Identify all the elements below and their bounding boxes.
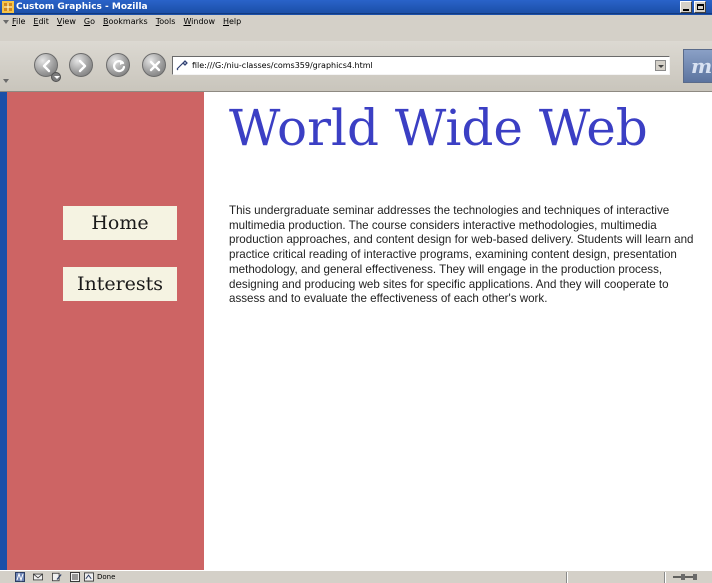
forward-icon — [78, 59, 87, 73]
status-separator — [566, 572, 568, 583]
status-bar: Done — [0, 570, 712, 583]
online-status-icon[interactable] — [672, 572, 698, 582]
browser-window: Custom Graphics - Mozilla File Edit View… — [0, 0, 712, 583]
mozilla-logo-icon[interactable]: m — [683, 49, 712, 83]
menu-view[interactable]: View — [57, 15, 76, 29]
navigator-icon[interactable] — [15, 572, 25, 582]
status-separator — [664, 572, 666, 583]
chatzilla-icon[interactable] — [84, 572, 94, 582]
page-body-text: This undergraduate seminar addresses the… — [229, 204, 694, 306]
menu-edit[interactable]: Edit — [33, 15, 49, 29]
page-proxy-icon[interactable] — [176, 60, 188, 71]
back-icon — [42, 59, 51, 73]
url-bar[interactable]: file:///G:/niu-classes/coms359/graphics4… — [172, 56, 670, 75]
composer-icon[interactable] — [52, 572, 62, 582]
page-sidebar: Home Interests — [7, 92, 204, 570]
menu-go[interactable]: Go — [84, 15, 95, 29]
page-heading: World Wide Web — [229, 99, 648, 157]
menu-bookmarks[interactable]: Bookmarks — [103, 15, 148, 29]
window-title: Custom Graphics - Mozilla — [16, 2, 148, 12]
interests-link[interactable]: Interests — [63, 267, 177, 301]
url-history-dropdown-button[interactable] — [655, 60, 666, 71]
home-link[interactable]: Home — [63, 206, 177, 240]
title-bar[interactable]: Custom Graphics - Mozilla — [0, 0, 712, 14]
reload-button[interactable] — [106, 53, 130, 77]
navigation-toolbar: file:///G:/niu-classes/coms359/graphics4… — [0, 41, 712, 92]
menu-bar: File Edit View Go Bookmarks Tools Window… — [0, 15, 712, 41]
menu-tools[interactable]: Tools — [156, 15, 176, 29]
menu-grip-icon[interactable] — [3, 20, 9, 27]
status-text: Done — [97, 573, 116, 581]
menu-file[interactable]: File — [12, 15, 25, 29]
mail-icon[interactable] — [33, 572, 43, 582]
reload-icon — [112, 60, 126, 73]
maximize-icon — [697, 4, 704, 10]
address-book-icon[interactable] — [70, 572, 80, 582]
page-viewport: Home Interests World Wide Web This under… — [7, 92, 712, 570]
maximize-button[interactable] — [694, 1, 706, 13]
stop-icon — [149, 60, 161, 72]
back-dropdown-button[interactable] — [51, 72, 61, 82]
toolbar-grip-icon[interactable] — [3, 79, 9, 86]
minimize-button[interactable] — [680, 1, 692, 13]
forward-button[interactable] — [69, 53, 93, 77]
menu-help[interactable]: Help — [223, 15, 241, 29]
url-input[interactable]: file:///G:/niu-classes/coms359/graphics4… — [192, 57, 373, 74]
app-icon — [2, 1, 14, 13]
menu-window[interactable]: Window — [183, 15, 215, 29]
minimize-icon — [683, 9, 689, 11]
stop-button[interactable] — [142, 53, 166, 77]
menu-list: File Edit View Go Bookmarks Tools Window… — [12, 15, 249, 29]
